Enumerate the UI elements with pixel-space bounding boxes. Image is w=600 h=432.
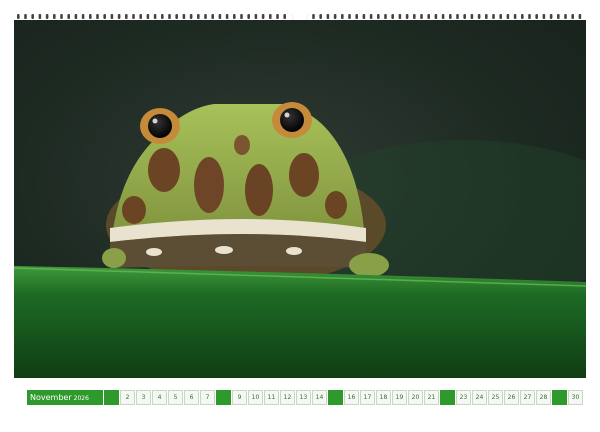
- day-cell: 29: [552, 390, 567, 405]
- day-cell: 21: [424, 390, 439, 405]
- day-cell: 12: [280, 390, 295, 405]
- day-cell: 11: [264, 390, 279, 405]
- day-cell: 16: [344, 390, 359, 405]
- day-cell: 2: [120, 390, 135, 405]
- day-cell: 14: [312, 390, 327, 405]
- day-cell: 25: [488, 390, 503, 405]
- day-cell: 7: [200, 390, 215, 405]
- month-name: November: [30, 393, 72, 402]
- day-cell: 24: [472, 390, 487, 405]
- month-label: November 2026: [27, 390, 103, 405]
- frog-left-eye-icon: [148, 114, 172, 138]
- day-cell: 15: [328, 390, 343, 405]
- calendar-strip: November 2026 1 2 3 4 5 6 7 8 9 10 11 12 13 14 15 16 17 18…: [27, 390, 583, 405]
- day-cell: 23: [456, 390, 471, 405]
- year-label: 2026: [73, 395, 89, 402]
- frog-photo: [14, 20, 586, 378]
- day-cell: 4: [152, 390, 167, 405]
- day-cell: 26: [504, 390, 519, 405]
- day-cell: 22: [440, 390, 455, 405]
- day-cell: 6: [184, 390, 199, 405]
- frog-right-eye-icon: [280, 108, 304, 132]
- day-cell: 18: [376, 390, 391, 405]
- day-cell: 27: [520, 390, 535, 405]
- day-cell: 30: [568, 390, 583, 405]
- day-cell: 1: [104, 390, 119, 405]
- day-cell: 17: [360, 390, 375, 405]
- day-cell: 5: [168, 390, 183, 405]
- day-cell: 20: [408, 390, 423, 405]
- day-cell: 28: [536, 390, 551, 405]
- day-cell: 3: [136, 390, 151, 405]
- day-cell: 19: [392, 390, 407, 405]
- day-cell: 8: [216, 390, 231, 405]
- day-cell: 13: [296, 390, 311, 405]
- day-cell: 9: [232, 390, 247, 405]
- calendar-page: November 2026 1 2 3 4 5 6 7 8 9 10 11 12 13 14 15 16 17 18…: [0, 0, 600, 432]
- day-cell: 10: [248, 390, 263, 405]
